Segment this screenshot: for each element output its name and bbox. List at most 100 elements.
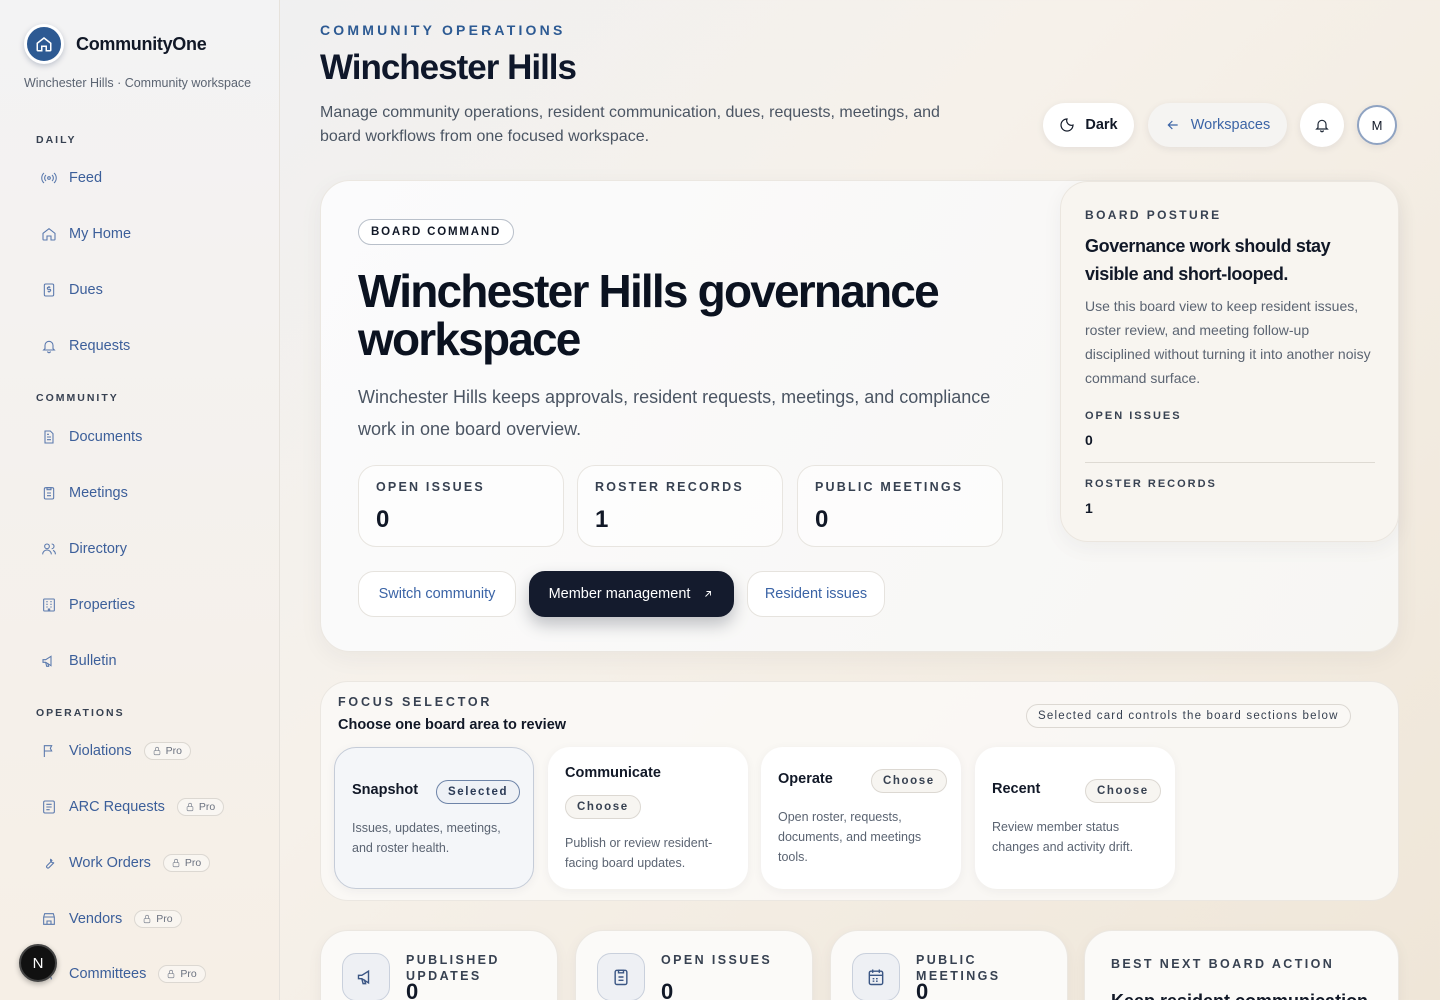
nav-section-daily: DAILY <box>36 134 77 146</box>
member-management-button[interactable]: Member management <box>529 571 734 617</box>
calendar-icon <box>852 953 900 1000</box>
sidebar-item-label: Dues <box>69 282 103 298</box>
sidebar-item-directory[interactable]: Directory <box>40 537 127 561</box>
nav-section-operations: OPERATIONS <box>36 707 125 719</box>
users-icon <box>40 540 58 558</box>
brand-name: CommunityOne <box>76 33 207 54</box>
metric-published-updates: PUBLISHED UPDATES 0 <box>320 930 558 1000</box>
stat-public-meetings: PUBLIC MEETINGS 0 <box>797 465 1003 547</box>
lock-icon <box>186 802 194 812</box>
lock-icon <box>143 914 151 924</box>
stat-roster-records: ROSTER RECORDS 1 <box>577 465 783 547</box>
pro-badge: Pro <box>158 965 206 983</box>
focus-card-desc: Publish or review resident-facing board … <box>565 836 713 870</box>
posture-heading: Governance work should stay visible and … <box>1085 236 1331 284</box>
building-icon <box>40 596 58 614</box>
document-icon <box>40 428 58 446</box>
sidebar-item-dues[interactable]: Dues <box>40 278 103 302</box>
sidebar-item-vendors[interactable]: Vendors Pro <box>40 907 182 931</box>
dark-mode-button[interactable]: Dark <box>1043 103 1134 147</box>
choose-pill[interactable]: Choose <box>1085 779 1161 803</box>
sidebar-item-violations[interactable]: Violations Pro <box>40 739 191 763</box>
posture-roster-label: ROSTER RECORDS <box>1085 478 1217 490</box>
focus-card-snapshot[interactable]: Snapshot Selected Issues, updates, meeti… <box>334 747 534 889</box>
hero-description: Winchester Hills keeps approvals, reside… <box>358 387 991 439</box>
sidebar-item-label: Violations <box>69 743 132 759</box>
sidebar-item-label: Documents <box>69 429 143 445</box>
stat-label: ROSTER RECORDS <box>595 480 744 494</box>
notifications-button[interactable] <box>1300 103 1344 147</box>
board-posture-card: BOARD POSTURE Governance work should sta… <box>1060 181 1399 542</box>
metric-value: 0 <box>916 979 929 1000</box>
choose-pill[interactable]: Choose <box>871 769 947 793</box>
sidebar-item-properties[interactable]: Properties <box>40 593 135 617</box>
resident-issues-button[interactable]: Resident issues <box>747 571 885 617</box>
focus-selector: FOCUS SELECTOR Choose one board area to … <box>320 681 1399 901</box>
sidebar-item-label: Meetings <box>69 485 128 501</box>
switch-community-button[interactable]: Switch community <box>358 571 516 617</box>
sidebar-item-label: Requests <box>69 338 131 354</box>
sidebar-item-label: Committees <box>69 966 147 982</box>
focus-card-title: Operate <box>778 771 833 787</box>
focus-card-operate[interactable]: Operate Choose Open roster, requests, do… <box>761 747 961 889</box>
flag-icon <box>40 742 58 760</box>
workspace-subtitle: Winchester Hills · Community workspace <box>24 76 252 90</box>
sidebar-item-work-orders[interactable]: Work Orders Pro <box>40 851 211 875</box>
arrow-up-right-icon <box>705 591 712 597</box>
focus-eyebrow: FOCUS SELECTOR <box>338 695 493 709</box>
sidebar-item-label: ARC Requests <box>69 799 165 815</box>
metric-value: 0 <box>406 979 419 1000</box>
sidebar-item-my-home[interactable]: My Home <box>40 222 131 246</box>
avatar[interactable]: M <box>1357 105 1397 145</box>
sidebar-item-arc-requests[interactable]: ARC Requests Pro <box>40 795 225 819</box>
focus-card-title: Recent <box>992 781 1041 797</box>
posture-eyebrow: BOARD POSTURE <box>1085 208 1222 222</box>
sidebar-item-feed[interactable]: Feed <box>40 166 102 190</box>
clipboard-icon <box>40 484 58 502</box>
posture-body: Use this board view to keep resident iss… <box>1085 298 1371 386</box>
megaphone-icon <box>40 652 58 670</box>
focus-note: Selected card controls the board section… <box>1026 704 1351 728</box>
sidebar-item-requests[interactable]: Requests <box>40 334 130 358</box>
workspaces-button[interactable]: Workspaces <box>1148 103 1287 147</box>
choose-pill[interactable]: Choose <box>565 795 641 819</box>
pro-badge: Pro <box>176 798 225 816</box>
sidebar-item-label: Feed <box>69 170 103 186</box>
brand[interactable]: CommunityOne <box>24 24 207 64</box>
sidebar-item-committees[interactable]: Committees Pro <box>40 962 206 986</box>
sidebar-item-meetings[interactable]: Meetings <box>40 481 128 505</box>
broadcast-icon <box>40 169 58 187</box>
pro-badge: Pro <box>143 742 191 760</box>
focus-card-title: Snapshot <box>352 782 419 798</box>
divider <box>1085 462 1375 463</box>
store-icon <box>40 910 58 928</box>
metric-open-issues: OPEN ISSUES 0 <box>575 930 813 1000</box>
home-icon <box>40 225 58 243</box>
posture-open-issues-label: OPEN ISSUES <box>1085 410 1182 422</box>
sidebar-item-label: Directory <box>69 541 128 557</box>
posture-roster-value: 1 <box>1085 500 1093 516</box>
dev-tools-badge[interactable]: N <box>19 944 57 982</box>
home-logo-icon <box>24 24 64 64</box>
posture-open-issues-value: 0 <box>1085 432 1093 448</box>
sidebar-item-label: Bulletin <box>69 653 117 669</box>
stat-value: 0 <box>815 506 829 533</box>
sidebar-item-bulletin[interactable]: Bulletin <box>40 649 117 673</box>
sidebar-item-label: Vendors <box>69 911 123 927</box>
bell-icon <box>40 337 58 355</box>
megaphone-icon <box>342 953 390 1000</box>
best-next-action-card: BEST NEXT BOARD ACTION Keep resident com… <box>1084 930 1399 1000</box>
focus-card-recent[interactable]: Recent Choose Review member status chang… <box>975 747 1175 889</box>
receipt-icon <box>40 281 58 299</box>
clipboard-icon <box>597 953 645 1000</box>
stat-open-issues: OPEN ISSUES 0 <box>358 465 564 547</box>
metric-label: PUBLIC MEETINGS <box>916 953 1001 983</box>
moon-icon <box>1060 118 1074 132</box>
sidebar: CommunityOne Winchester Hills · Communit… <box>0 0 280 1000</box>
focus-card-title: Communicate <box>565 765 661 781</box>
hero-title: Winchester Hills governance workspace <box>358 265 940 365</box>
focus-card-communicate[interactable]: Communicate Choose Publish or review res… <box>548 747 748 889</box>
metric-public-meetings: PUBLIC MEETINGS 0 <box>830 930 1068 1000</box>
stat-label: PUBLIC MEETINGS <box>815 480 964 494</box>
sidebar-item-documents[interactable]: Documents <box>40 425 142 449</box>
